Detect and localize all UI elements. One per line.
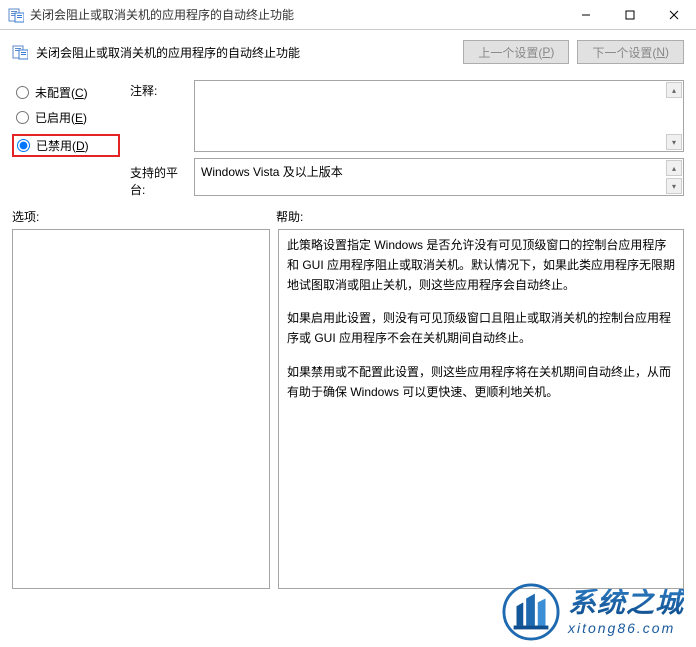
radio-group: 未配置(C) 已启用(E) 已禁用(D): [12, 80, 120, 198]
radio-enabled-label: 已启用(E): [35, 109, 87, 126]
radio-not-configured-input[interactable]: [16, 86, 29, 99]
scroll-down-icon[interactable]: ▾: [666, 178, 682, 194]
radio-disabled-label: 已禁用(D): [36, 137, 89, 154]
radio-enabled[interactable]: 已启用(E): [12, 107, 120, 128]
radio-not-configured[interactable]: 未配置(C): [12, 82, 120, 103]
next-key: N: [656, 45, 665, 59]
radio-disabled-input[interactable]: [17, 139, 30, 152]
comment-row: 注释: ▴ ▾: [130, 80, 684, 152]
pane-labels: 选项: 帮助:: [0, 198, 696, 229]
supported-value: Windows Vista 及以上版本: [201, 165, 343, 179]
prev-setting-button[interactable]: 上一个设置(P): [463, 40, 569, 64]
help-p2: 如果启用此设置，则没有可见顶级窗口且阻止或取消关机的控制台应用程序或 GUI 应…: [287, 309, 675, 349]
next-setting-button[interactable]: 下一个设置(N): [577, 40, 684, 64]
policy-icon: [12, 44, 28, 60]
scroll-up-icon[interactable]: ▴: [666, 82, 682, 98]
next-suffix: ): [665, 45, 669, 59]
prev-label: 上一个设置(: [478, 44, 542, 61]
options-label: 选项:: [12, 208, 276, 225]
radio-enabled-input[interactable]: [16, 111, 29, 124]
radio-not-configured-label: 未配置(C): [35, 84, 88, 101]
fields-column: 注释: ▴ ▾ 支持的平台: Windows Vista 及以上版本 ▴ ▾: [130, 80, 684, 198]
config-body: 未配置(C) 已启用(E) 已禁用(D) 注释: ▴ ▾ 支持的平台: Wind…: [0, 76, 696, 198]
watermark-sub: xitong86.com: [568, 621, 684, 635]
help-p1: 此策略设置指定 Windows 是否允许没有可见顶级窗口的控制台应用程序和 GU…: [287, 236, 675, 295]
close-button[interactable]: [652, 0, 696, 29]
prev-suffix: ): [550, 45, 554, 59]
supported-box: Windows Vista 及以上版本 ▴ ▾: [194, 158, 684, 196]
header-row: 关闭会阻止或取消关机的应用程序的自动终止功能 上一个设置(P) 下一个设置(N): [0, 30, 696, 76]
help-label: 帮助:: [276, 208, 303, 225]
help-p3: 如果禁用或不配置此设置，则这些应用程序将在关机期间自动终止，从而有助于确保 Wi…: [287, 363, 675, 403]
next-label: 下一个设置(: [592, 44, 656, 61]
prev-key: P: [542, 45, 550, 59]
comment-textarea[interactable]: ▴ ▾: [194, 80, 684, 152]
setting-title: 关闭会阻止或取消关机的应用程序的自动终止功能: [36, 44, 455, 61]
scroll-down-icon[interactable]: ▾: [666, 134, 682, 150]
comment-label: 注释:: [130, 80, 186, 152]
app-icon: [8, 7, 24, 23]
minimize-button[interactable]: [564, 0, 608, 29]
titlebar: 关闭会阻止或取消关机的应用程序的自动终止功能: [0, 0, 696, 30]
options-pane: [12, 229, 270, 589]
help-pane: 此策略设置指定 Windows 是否允许没有可见顶级窗口的控制台应用程序和 GU…: [278, 229, 684, 589]
maximize-button[interactable]: [608, 0, 652, 29]
panes: 此策略设置指定 Windows 是否允许没有可见顶级窗口的控制台应用程序和 GU…: [0, 229, 696, 603]
scroll-up-icon[interactable]: ▴: [666, 160, 682, 176]
radio-disabled[interactable]: 已禁用(D): [12, 134, 120, 157]
window-controls: [564, 0, 696, 29]
supported-label: 支持的平台:: [130, 158, 186, 198]
window-title: 关闭会阻止或取消关机的应用程序的自动终止功能: [30, 6, 564, 23]
supported-row: 支持的平台: Windows Vista 及以上版本 ▴ ▾: [130, 158, 684, 198]
